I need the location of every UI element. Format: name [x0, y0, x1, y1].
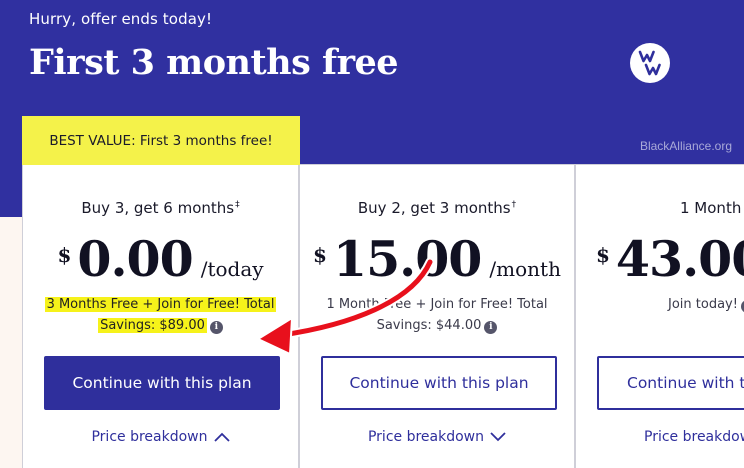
price-breakdown-toggle[interactable]: Price breakdown: [644, 429, 744, 445]
pricing-page: Hurry, offer ends today! First 3 months …: [0, 0, 744, 468]
price-currency: $: [596, 243, 610, 267]
price-breakdown-label: Price breakdown: [367, 429, 484, 445]
plan-name: Buy 3, get 6 months‡: [81, 199, 240, 217]
footnote-mark: †: [511, 200, 517, 210]
plan-card-monthly: 1 Month $ 43.00 Join today!i Continue wi…: [575, 164, 744, 468]
plan-card-buy2: Buy 2, get 3 months† $ 15.00 /month 1 Mo…: [299, 164, 575, 468]
price-currency: $: [57, 243, 72, 267]
savings-line-1: 1 Month Free + Join for Free! Total: [326, 297, 548, 312]
savings-text: 3 Months Free + Join for Free! Total Sav…: [23, 294, 298, 336]
savings-text: 1 Month Free + Join for Free! Total Savi…: [300, 294, 574, 336]
info-icon[interactable]: i: [209, 321, 223, 334]
price-currency: $: [313, 243, 327, 267]
continue-plan-button[interactable]: Continue with this plan: [321, 356, 557, 410]
savings-text: Join today!i: [668, 294, 744, 315]
join-today-text: Join today!: [668, 297, 738, 312]
price: $ 15.00 /month: [300, 233, 574, 285]
watermark-text: BlackAlliance.org: [639, 139, 732, 153]
plan-name: Buy 2, get 3 months†: [357, 199, 517, 217]
offer-subheading: Hurry, offer ends today!: [29, 10, 213, 28]
info-icon[interactable]: i: [484, 321, 498, 334]
price: $ 0.00 /today: [23, 233, 298, 285]
footnote-mark: ‡: [235, 200, 240, 210]
price: $ 43.00: [596, 233, 744, 285]
plan-card-buy3: Buy 3, get 6 months‡ $ 0.00 /today 3 Mon…: [22, 164, 299, 468]
best-value-badge: BEST VALUE: First 3 months free!: [22, 116, 300, 165]
continue-plan-button[interactable]: Continue with t: [597, 356, 744, 410]
chevron-down-icon: [490, 432, 506, 442]
page-title: First 3 months free: [29, 42, 399, 83]
ww-logo-icon[interactable]: [630, 43, 670, 83]
price-amount: 0.00: [77, 230, 193, 288]
price-breakdown-label: Price breakdown: [91, 429, 208, 445]
price-breakdown-label: Price breakdown: [644, 429, 744, 445]
continue-plan-button[interactable]: Continue with this plan: [44, 356, 280, 410]
savings-line-1: 3 Months Free + Join for Free! Total: [44, 297, 277, 312]
price-period: /today: [200, 257, 264, 281]
price-breakdown-toggle[interactable]: Price breakdown: [23, 429, 298, 445]
price-amount: 15.00: [332, 230, 482, 288]
savings-line-2: Savings: $89.00: [98, 318, 207, 333]
chevron-up-icon: [213, 432, 230, 442]
price-breakdown-toggle[interactable]: Price breakdown: [300, 429, 574, 445]
plan-name: 1 Month: [680, 199, 742, 217]
savings-line-2: Savings: $44.00: [376, 318, 482, 333]
price-period: /month: [489, 257, 561, 281]
price-amount: 43.00: [615, 230, 744, 288]
